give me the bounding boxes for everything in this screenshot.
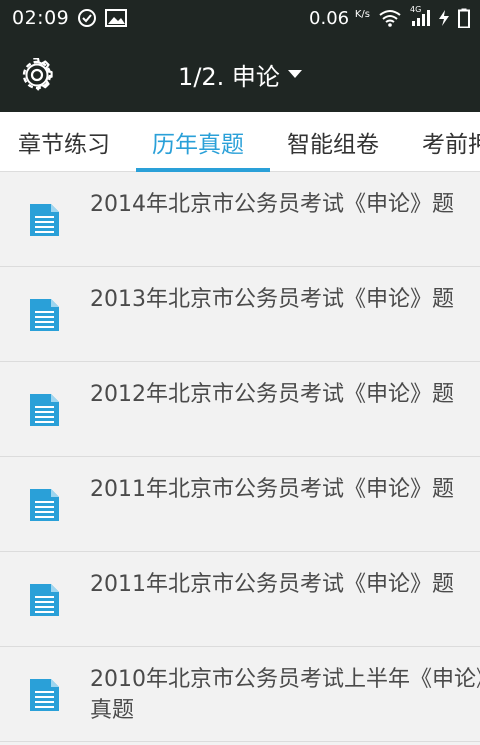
exam-title: 2014年北京市公务员考试《申论》题 bbox=[90, 192, 454, 217]
exam-list: 2014年北京市公务员考试《申论》题 2013年北京市公务员考试《申论》题 20… bbox=[0, 172, 480, 742]
check-circle-icon bbox=[77, 8, 97, 28]
tab-pre-exam[interactable]: 考前押 bbox=[422, 112, 480, 171]
tab-label: 考前押 bbox=[422, 132, 480, 158]
list-item[interactable]: 2011年北京市公务员考试《申论》题 bbox=[0, 552, 480, 647]
document-icon bbox=[26, 487, 62, 523]
status-bar-right: 0.06 K/s 4G bbox=[309, 5, 470, 29]
app-toolbar: 1/2. 申论 bbox=[0, 36, 480, 112]
list-item[interactable]: 2013年北京市公务员考试《申论》题 bbox=[0, 267, 480, 362]
exam-title: 2011年北京市公务员考试《申论》题 bbox=[90, 572, 454, 597]
list-item[interactable]: 2011年北京市公务员考试《申论》题 bbox=[0, 457, 480, 552]
document-icon bbox=[26, 677, 62, 713]
document-icon bbox=[26, 202, 62, 238]
toolbar-title: 1/2. 申论 bbox=[178, 62, 280, 91]
network-speed-value: 0.06 bbox=[309, 7, 350, 29]
gear-icon bbox=[20, 58, 54, 92]
wifi-icon bbox=[378, 9, 402, 27]
tab-chapter-practice[interactable]: 章节练习 bbox=[18, 112, 110, 171]
tab-smart-paper[interactable]: 智能组卷 bbox=[287, 112, 379, 171]
tab-label: 历年真题 bbox=[152, 132, 244, 158]
subject-dropdown[interactable]: 1/2. 申论 bbox=[0, 36, 480, 112]
exam-title: 2011年北京市公务员考试《申论》题 bbox=[90, 477, 454, 502]
category-tabs: 章节练习 历年真题 智能组卷 考前押 bbox=[0, 112, 480, 172]
tab-label: 章节练习 bbox=[18, 132, 110, 158]
caret-down-icon bbox=[287, 69, 302, 79]
exam-title: 2013年北京市公务员考试《申论》题 bbox=[90, 287, 454, 312]
tab-past-exams[interactable]: 历年真题 bbox=[152, 112, 244, 171]
tab-label: 智能组卷 bbox=[287, 132, 379, 158]
exam-title: 2010年北京市公务员考试上半年《申论》真题 bbox=[90, 667, 480, 723]
charging-icon bbox=[438, 9, 450, 27]
network-speed-unit: K/s bbox=[354, 8, 370, 20]
image-icon bbox=[105, 9, 128, 27]
list-item[interactable]: 2010年北京市公务员考试上半年《申论》真题 bbox=[0, 647, 480, 742]
document-icon bbox=[26, 297, 62, 333]
network-speed: 0.06 K/s bbox=[309, 8, 370, 29]
status-time: 02:09 bbox=[12, 7, 70, 29]
status-bar-left: 02:09 bbox=[12, 7, 128, 29]
signal-icon: 4G bbox=[410, 5, 430, 27]
battery-icon bbox=[458, 8, 470, 28]
status-bar: 02:09 0.06 K/s 4G bbox=[0, 0, 480, 36]
list-item[interactable]: 2012年北京市公务员考试《申论》题 bbox=[0, 362, 480, 457]
network-type: 4G bbox=[410, 5, 422, 14]
exam-title: 2012年北京市公务员考试《申论》题 bbox=[90, 382, 454, 407]
settings-button[interactable] bbox=[18, 56, 56, 94]
list-item[interactable]: 2014年北京市公务员考试《申论》题 bbox=[0, 172, 480, 267]
document-icon bbox=[26, 392, 62, 428]
document-icon bbox=[26, 582, 62, 618]
